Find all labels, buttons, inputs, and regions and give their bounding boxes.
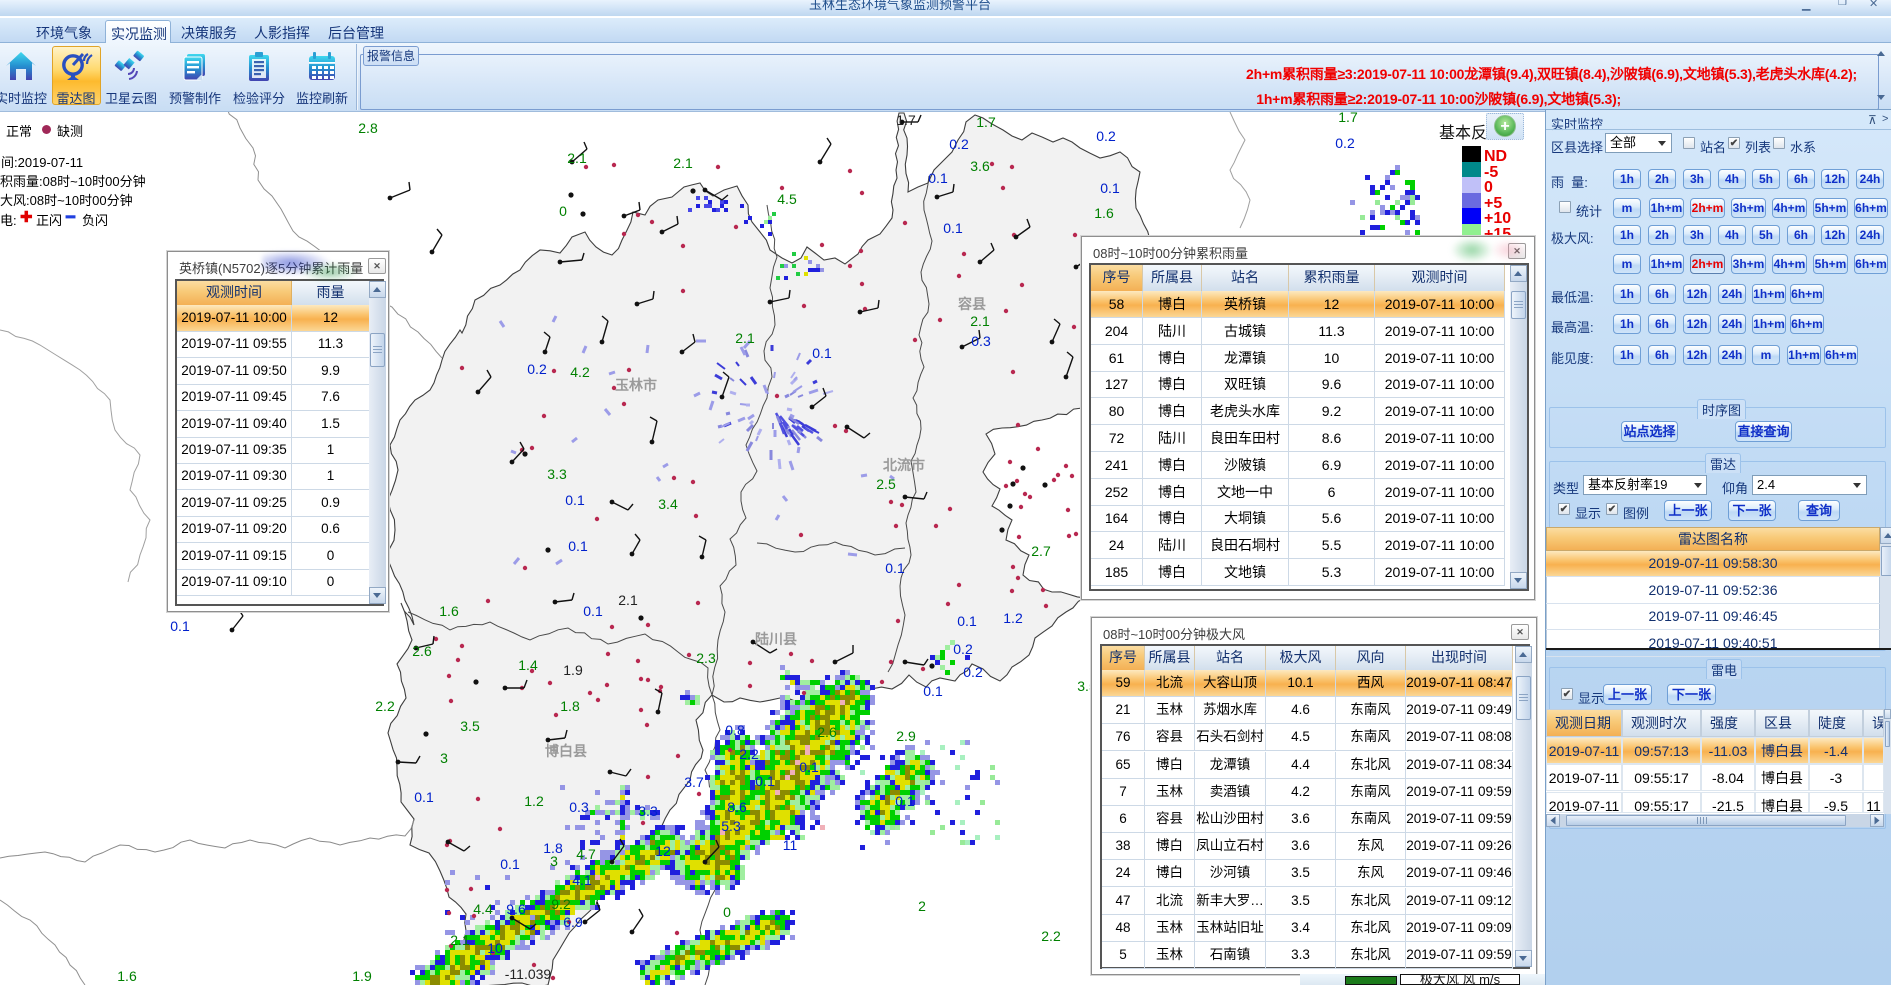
svg-text:0.1: 0.1 xyxy=(568,538,588,554)
svg-text:3.5: 3.5 xyxy=(460,718,480,734)
svg-text:1.7: 1.7 xyxy=(1338,112,1358,125)
svg-text:10: 10 xyxy=(487,940,503,956)
svg-text:2.1: 2.1 xyxy=(450,932,470,948)
svg-text:1.6: 1.6 xyxy=(1094,205,1114,221)
svg-text:玉林市: 玉林市 xyxy=(615,377,657,393)
svg-text:1.6: 1.6 xyxy=(439,603,459,619)
svg-text:4.1: 4.1 xyxy=(572,872,592,888)
svg-text:2.7: 2.7 xyxy=(1031,543,1051,559)
svg-text:3.4: 3.4 xyxy=(658,496,678,512)
svg-text:陆川县: 陆川县 xyxy=(755,631,797,647)
svg-text:4.7: 4.7 xyxy=(576,846,596,862)
svg-text:4.2: 4.2 xyxy=(570,364,590,380)
svg-text:0.1: 0.1 xyxy=(923,683,943,699)
svg-text:1.6: 1.6 xyxy=(117,968,137,984)
svg-text:0.1: 0.1 xyxy=(755,773,775,789)
svg-text:0.1: 0.1 xyxy=(500,856,520,872)
svg-text:2.2: 2.2 xyxy=(1041,928,1061,944)
svg-text:0.1: 0.1 xyxy=(799,759,819,775)
svg-text:1.4: 1.4 xyxy=(518,657,538,673)
svg-text:2.3: 2.3 xyxy=(696,650,716,666)
svg-text:2.6: 2.6 xyxy=(412,643,432,659)
svg-text:0.2: 0.2 xyxy=(1096,128,1116,144)
svg-text:0.2: 0.2 xyxy=(949,136,969,152)
svg-text:1.8: 1.8 xyxy=(543,840,563,856)
svg-text:-11.039: -11.039 xyxy=(505,966,552,982)
svg-text:0.1: 0.1 xyxy=(943,220,963,236)
svg-text:0.2: 0.2 xyxy=(527,361,547,377)
svg-text:2.6: 2.6 xyxy=(817,724,837,740)
svg-text:0.2: 0.2 xyxy=(1335,135,1355,151)
svg-text:2.1: 2.1 xyxy=(618,592,638,608)
svg-text:0.1: 0.1 xyxy=(895,793,915,809)
svg-text:2.9: 2.9 xyxy=(896,728,916,744)
svg-text:0.1: 0.1 xyxy=(957,613,977,629)
svg-text:5.3: 5.3 xyxy=(721,818,741,834)
svg-text:容县: 容县 xyxy=(957,296,986,312)
svg-text:0.3: 0.3 xyxy=(569,799,589,815)
svg-text:3.3: 3.3 xyxy=(638,803,658,819)
svg-text:4.5: 4.5 xyxy=(777,191,797,207)
svg-text:0.1: 0.1 xyxy=(885,560,905,576)
svg-text:博白县: 博白县 xyxy=(545,743,587,759)
svg-text:2.1: 2.1 xyxy=(970,313,990,329)
svg-text:8.6: 8.6 xyxy=(727,799,747,815)
svg-text:2: 2 xyxy=(918,898,926,914)
svg-text:0.1: 0.1 xyxy=(812,345,832,361)
svg-text:0.2: 0.2 xyxy=(963,664,983,680)
svg-text:3: 3 xyxy=(440,750,448,766)
svg-text:2.5: 2.5 xyxy=(876,476,896,492)
svg-text:3.3: 3.3 xyxy=(547,466,567,482)
svg-text:0.1: 0.1 xyxy=(170,618,190,634)
svg-text:4.4: 4.4 xyxy=(473,901,493,917)
svg-text:1.9: 1.9 xyxy=(563,662,583,678)
svg-text:2.8: 2.8 xyxy=(358,120,378,136)
svg-text:0: 0 xyxy=(559,203,567,219)
svg-text:9.2: 9.2 xyxy=(551,896,571,912)
svg-text:1.7: 1.7 xyxy=(896,112,916,128)
svg-text:6.9: 6.9 xyxy=(563,914,583,930)
svg-text:3.7: 3.7 xyxy=(684,774,704,790)
svg-text:0.1: 0.1 xyxy=(583,603,603,619)
svg-text:2.2: 2.2 xyxy=(375,698,395,714)
svg-text:0: 0 xyxy=(723,904,731,920)
svg-text:12: 12 xyxy=(655,843,671,859)
svg-text:1.8: 1.8 xyxy=(560,698,580,714)
svg-text:0.2: 0.2 xyxy=(953,641,973,657)
svg-text:1.2: 1.2 xyxy=(524,793,544,809)
svg-text:11: 11 xyxy=(783,837,798,853)
svg-text:0.8: 0.8 xyxy=(725,722,745,738)
svg-text:1.2: 1.2 xyxy=(1003,610,1023,626)
svg-text:2.1: 2.1 xyxy=(673,155,693,171)
svg-text:2.2: 2.2 xyxy=(739,746,759,762)
svg-text:0.3: 0.3 xyxy=(971,333,991,349)
svg-text:1.7: 1.7 xyxy=(976,114,996,130)
svg-text:9.6: 9.6 xyxy=(506,901,526,917)
svg-text:0.1: 0.1 xyxy=(414,789,434,805)
svg-text:2.1: 2.1 xyxy=(567,150,587,166)
svg-text:2.1: 2.1 xyxy=(735,330,755,346)
svg-text:3.6: 3.6 xyxy=(970,158,990,174)
svg-text:0.1: 0.1 xyxy=(565,492,585,508)
svg-text:0.1: 0.1 xyxy=(928,170,948,186)
svg-text:0.1: 0.1 xyxy=(1100,180,1120,196)
svg-text:北流市: 北流市 xyxy=(883,457,925,473)
svg-text:1.9: 1.9 xyxy=(352,968,372,984)
